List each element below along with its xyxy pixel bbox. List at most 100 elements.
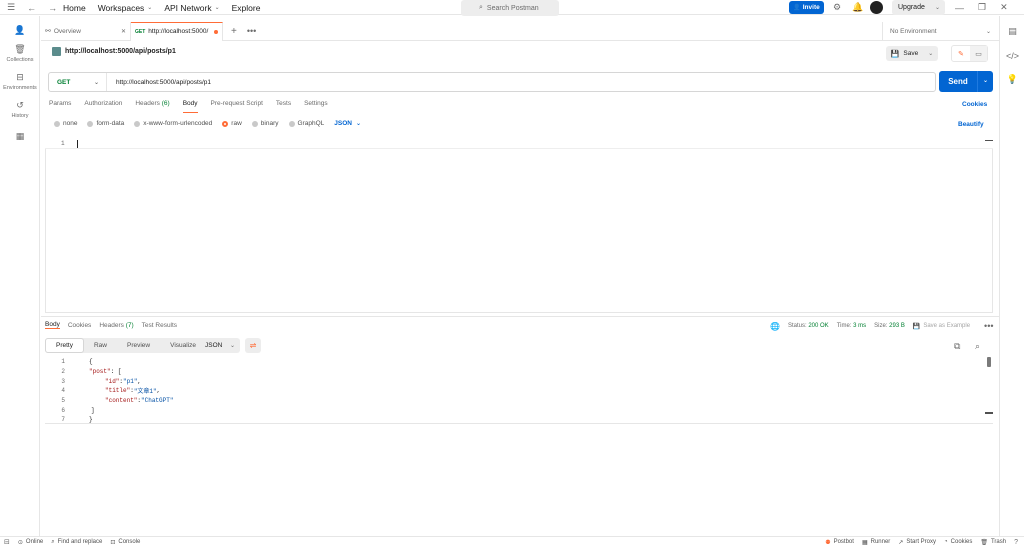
back-arrow-icon[interactable]: ← [27, 3, 36, 13]
toggle-sidebar-icon[interactable]: ⊟ [4, 538, 10, 546]
nav-api-network[interactable]: API Network ⌄ [164, 3, 219, 13]
nav-workspaces[interactable]: Workspaces ⌄ [98, 3, 153, 13]
search-box[interactable]: ⌕ Search Postman [461, 0, 559, 16]
tab-pre-request-script[interactable]: Pre-request Script [211, 100, 263, 113]
sidebar-item-account[interactable]: 👤 [0, 25, 40, 36]
radio-raw[interactable]: raw [222, 120, 242, 127]
time-info[interactable]: Time: 3 ms [837, 323, 866, 329]
environment-selector[interactable]: No Environment ⌄ [882, 22, 999, 41]
comment-icon[interactable]: ▭ [970, 46, 987, 61]
size-info[interactable]: Size: 293 B [874, 323, 905, 329]
right-sidebar: ▤ </> 💡 [999, 16, 1024, 536]
chevron-down-icon[interactable]: ⌄ [977, 71, 993, 92]
chevron-down-icon: ⌄ [214, 5, 220, 11]
sidebar-item-history[interactable]: ↺ History [0, 100, 40, 119]
radio-none[interactable]: none [54, 120, 77, 127]
tab-response-body[interactable]: Body [45, 321, 60, 329]
response-format-dropdown[interactable]: JSON ⌄ [200, 338, 240, 353]
minimize-icon[interactable]: — [955, 3, 964, 13]
sidebar-item-environments[interactable]: ⊟ Environments [0, 72, 40, 91]
help-icon[interactable]: ? [1014, 539, 1018, 546]
search-icon: ⌕ [51, 538, 55, 545]
beautify-link[interactable]: Beautify [958, 121, 984, 128]
console-button[interactable]: ⊡ Console [110, 539, 140, 546]
close-icon[interactable]: ✕ [1000, 2, 1008, 13]
pane-divider[interactable] [41, 316, 999, 317]
tab-headers[interactable]: Headers (6) [135, 100, 169, 113]
radio-form-data[interactable]: form-data [87, 120, 124, 127]
status-info[interactable]: Status: 200 OK [788, 323, 829, 329]
tab-preview[interactable]: Preview [117, 338, 160, 353]
tab-pretty[interactable]: Pretty [45, 338, 84, 353]
wrap-lines-icon[interactable]: ⇌ [245, 338, 261, 353]
response-body-code[interactable]: 1{ 2 "post": [ 3 "id": "p1", 4 "title": "文章… [55, 357, 993, 425]
cookie-icon: ◔ [944, 539, 948, 545]
copy-icon[interactable]: ⧉ [954, 341, 960, 352]
runner-button[interactable]: ▦ Runner [862, 539, 890, 546]
pencil-icon[interactable]: ✎ [952, 46, 970, 61]
bell-icon[interactable]: 🔔 [852, 2, 863, 13]
close-tab-icon[interactable]: ✕ [121, 28, 126, 35]
search-icon: ⌕ [479, 4, 483, 11]
nav-explore[interactable]: Explore [232, 3, 261, 13]
globe-icon[interactable]: 🌐 [770, 322, 780, 331]
sidebar-item-collections[interactable]: 🗑 Collections [0, 44, 40, 63]
tab-overview[interactable]: ⚯ Overview ✕ [41, 21, 131, 41]
send-button[interactable]: Send ⌄ [939, 71, 993, 92]
request-body-editor[interactable] [45, 139, 993, 313]
start-proxy-button[interactable]: ↗ Start Proxy [898, 539, 936, 546]
response-view-tabs: Pretty Raw Preview Visualize [45, 338, 207, 353]
resize-handle[interactable] [985, 412, 993, 423]
tab-settings[interactable]: Settings [304, 100, 328, 113]
menu-icon[interactable]: ☰ [7, 2, 15, 13]
radio-x-www-form-urlencoded[interactable]: x-www-form-urlencoded [134, 120, 212, 127]
search-icon[interactable]: ⌕ [975, 341, 980, 352]
find-and-replace-button[interactable]: ⌕ Find and replace [51, 539, 102, 546]
save-as-example-button[interactable]: 💾 Save as Example [913, 323, 970, 330]
response-scrollbar[interactable] [987, 357, 991, 367]
editor-scrollbar[interactable] [985, 140, 993, 141]
status-online[interactable]: ⊙ Online [18, 539, 43, 546]
info-bulb-icon[interactable]: 💡 [1000, 74, 1024, 85]
gear-icon[interactable]: ⚙ [833, 2, 841, 13]
postbot-button[interactable]: ⚉ Postbot [825, 539, 854, 546]
tab-params[interactable]: Params [49, 100, 71, 113]
nav-home[interactable]: Home [63, 3, 86, 13]
method-selector[interactable]: GET ⌄ [49, 73, 107, 91]
grid-plus-icon: ▦ [15, 131, 25, 141]
console-icon: ⊡ [110, 539, 116, 546]
tab-authorization[interactable]: Authorization [84, 100, 122, 113]
tab-raw[interactable]: Raw [84, 338, 117, 353]
request-title[interactable]: http://localhost:5000/api/posts/p1 [65, 48, 176, 55]
tab-test-results[interactable]: Test Results [142, 322, 177, 329]
tab-body[interactable]: Body [182, 100, 198, 113]
radio-graphql[interactable]: GraphQL [288, 120, 324, 127]
tab-response-cookies[interactable]: Cookies [68, 322, 91, 329]
avatar[interactable] [870, 1, 883, 14]
text-cursor [77, 140, 78, 148]
body-format-dropdown[interactable]: JSON ⌄ [334, 120, 361, 127]
documentation-icon[interactable]: ▤ [1000, 26, 1024, 37]
radio-binary[interactable]: binary [251, 120, 279, 127]
maximize-icon[interactable]: ❐ [978, 2, 986, 13]
chevron-down-icon: ⌄ [229, 343, 235, 349]
sidebar-item-configure[interactable]: ▦ [0, 131, 40, 142]
tab-tests[interactable]: Tests [276, 100, 291, 113]
invite-button[interactable]: 👤 Invite [789, 1, 824, 14]
tab-response-headers[interactable]: Headers (7) [99, 322, 133, 329]
cookies-link[interactable]: Cookies [962, 101, 987, 108]
url-input[interactable] [107, 78, 927, 86]
robot-icon: ⚉ [825, 539, 831, 546]
plus-icon[interactable]: + [231, 26, 237, 37]
save-button[interactable]: 💾 Save ⌄ [886, 46, 938, 61]
trash-button[interactable]: 🗑 Trash [980, 539, 1006, 546]
cookies-button[interactable]: ◔ Cookies [944, 539, 972, 545]
forward-arrow-icon[interactable]: → [48, 3, 57, 13]
tab-request-p1[interactable]: GET http://localhost:5000/ [131, 21, 223, 41]
code-line: 3 "id": "p1", [61, 377, 142, 385]
more-icon[interactable]: ••• [247, 26, 256, 36]
more-icon[interactable]: ••• [984, 321, 993, 331]
code-icon[interactable]: </> [1000, 51, 1024, 61]
trash-icon: 🗑 [980, 539, 988, 546]
upgrade-button[interactable]: Upgrade ⌄ [892, 0, 945, 15]
